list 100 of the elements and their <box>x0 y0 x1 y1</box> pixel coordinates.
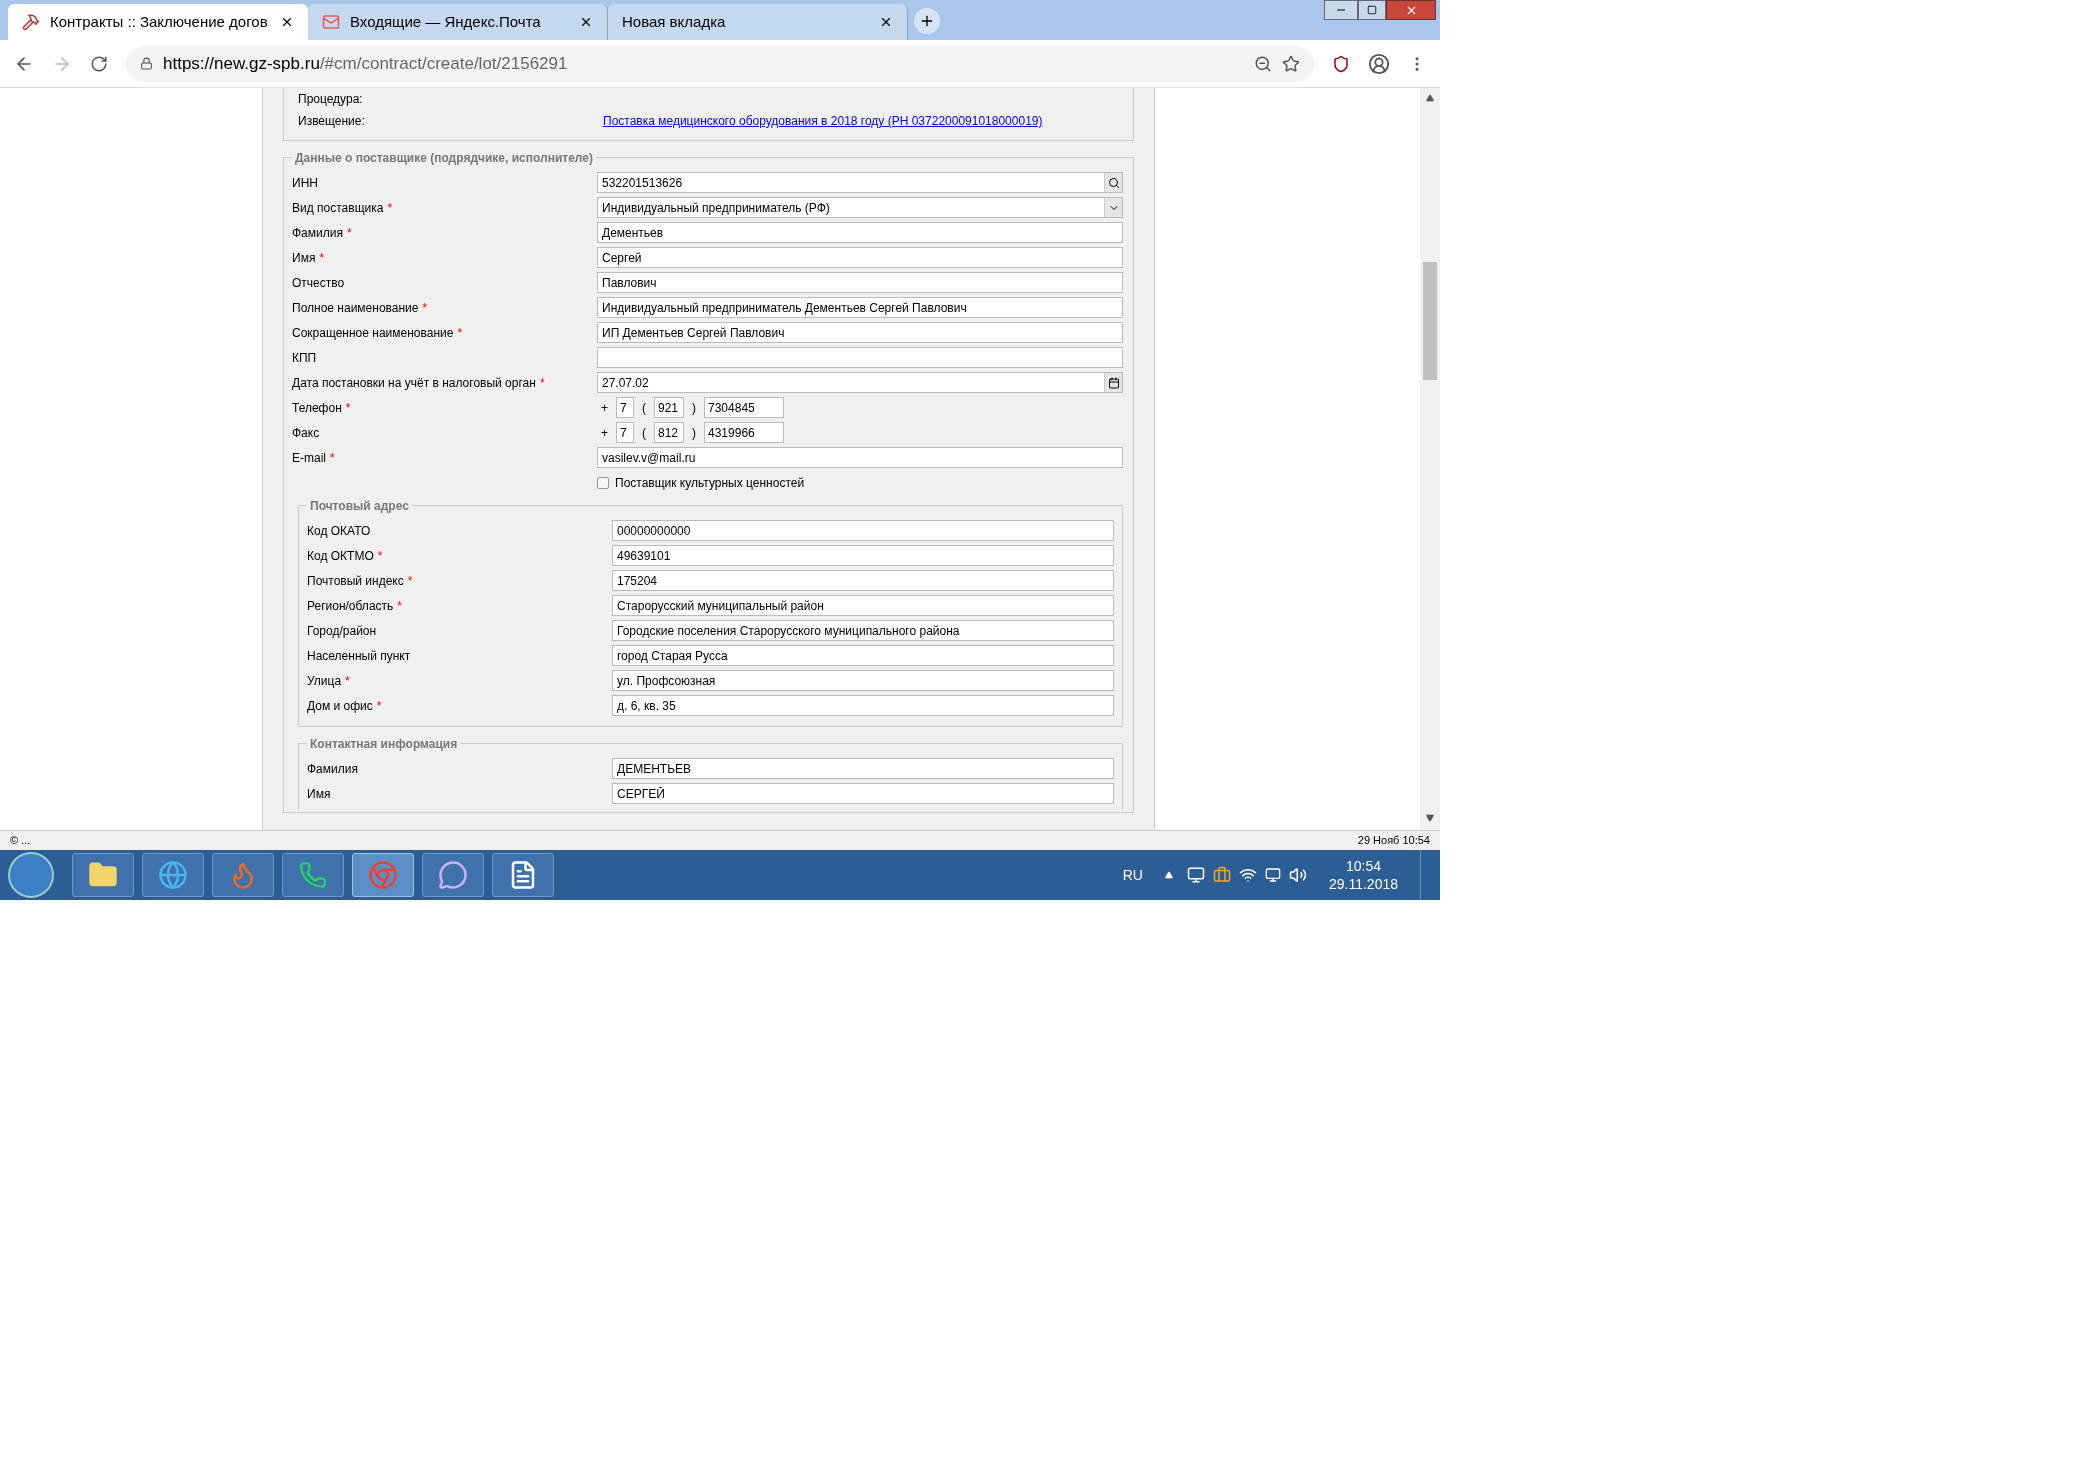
field-label: Отчество <box>292 274 345 292</box>
text-field[interactable]: ул. Профсоюзная <box>612 670 1114 691</box>
field-label: Фамилия <box>307 760 358 778</box>
required-mark: * <box>397 597 402 615</box>
star-icon[interactable] <box>1282 54 1300 73</box>
phone-number-field[interactable]: 4319966 <box>704 422 784 443</box>
whatsapp-button[interactable] <box>282 853 344 897</box>
text-field[interactable] <box>597 347 1123 368</box>
plus-icon <box>919 13 935 29</box>
field-label: Факс <box>292 424 320 442</box>
new-tab-button[interactable] <box>914 8 940 34</box>
status-text: © ... <box>10 833 31 849</box>
reload-icon[interactable] <box>90 54 108 73</box>
parenthesis: ) <box>692 424 696 442</box>
required-mark: * <box>346 224 352 242</box>
tab-title: Контракты :: Заключение догов <box>50 11 269 32</box>
scroll-up-icon[interactable] <box>1426 94 1434 102</box>
notice-link[interactable]: Поставка медицинского оборудования в 2018 году (РН 0372200091018000019) <box>603 112 1043 130</box>
status-date: 29 Нояб 10:54 <box>1357 833 1430 849</box>
browser-tab[interactable]: Новая вкладка <box>608 4 908 40</box>
text-field[interactable]: Сергей <box>597 247 1123 268</box>
fieldset-legend: Почтовый адрес <box>307 497 412 515</box>
field-label: Город/район <box>307 622 377 640</box>
text-field[interactable]: 00000000000 <box>612 520 1114 541</box>
maximize-button[interactable] <box>1358 0 1386 20</box>
field-label: Сокращенное наименование <box>292 324 454 342</box>
network-monitor-icon[interactable] <box>1264 867 1281 883</box>
text-field[interactable]: Индивидуальный предприниматель Дементьев Сергей Павлович <box>597 297 1123 318</box>
country-code-field[interactable]: 7 <box>616 422 634 443</box>
field-label: Имя <box>292 249 316 267</box>
field-label: Дата постановки на учёт в налоговый орган <box>292 374 536 392</box>
network-icon[interactable] <box>1238 866 1257 884</box>
field-label: Код ОКАТО <box>307 522 371 540</box>
text-field[interactable]: СЕРГЕЙ <box>612 783 1114 804</box>
account-icon[interactable] <box>1368 52 1390 75</box>
address-bar[interactable]: https://new.gz-spb.ru/#cm/contract/create/lot/2156291 <box>126 45 1314 82</box>
close-icon[interactable] <box>879 15 893 29</box>
field-label: ИНН <box>292 174 318 192</box>
field-label: Регион/область <box>307 597 394 615</box>
clock[interactable]: 10:54 29.11.2018 <box>1328 857 1398 893</box>
globe-icon <box>158 860 188 890</box>
text-field[interactable]: д. 6, кв. 35 <box>612 695 1114 716</box>
area-code-field[interactable]: 921 <box>654 397 684 418</box>
minimize-button[interactable] <box>1324 0 1358 20</box>
chat-icon <box>438 860 468 890</box>
text-field[interactable]: ДЕМЕНТЬЕВ <box>612 758 1114 779</box>
checkbox[interactable] <box>597 476 609 489</box>
calendar-icon <box>1107 376 1120 389</box>
country-code-field[interactable]: 7 <box>616 397 634 418</box>
field-label: Полное наименование <box>292 299 419 317</box>
required-mark: * <box>407 572 413 590</box>
text-field[interactable]: vasilev.v@mail.ru <box>597 447 1123 468</box>
file-explorer-button[interactable] <box>72 853 134 897</box>
text-field[interactable]: Дементьев <box>597 222 1123 243</box>
required-mark: * <box>377 547 383 565</box>
dropdown[interactable]: Индивидуальный предприниматель (РФ) <box>597 197 1123 218</box>
parenthesis: ( <box>642 399 646 417</box>
viber-button[interactable] <box>422 853 484 897</box>
briefcase-icon[interactable] <box>1212 866 1231 884</box>
required-mark: * <box>539 374 545 392</box>
phone-icon <box>299 861 327 889</box>
text-field[interactable]: Городские поселения Старорусского муниципального района <box>612 620 1114 641</box>
volume-icon[interactable] <box>1288 866 1307 884</box>
text-field[interactable]: Павлович <box>597 272 1123 293</box>
fieldset-legend: Контактная информация <box>307 735 461 753</box>
close-icon[interactable] <box>280 15 294 29</box>
field-label: Код ОКТМО <box>307 547 374 565</box>
text-field[interactable]: ИП Дементьев Сергей Павлович <box>597 322 1123 343</box>
zoom-out-icon[interactable] <box>1254 54 1272 73</box>
start-button[interactable] <box>8 852 54 898</box>
show-hidden-icons-icon[interactable] <box>1164 871 1173 879</box>
area-code-field[interactable]: 812 <box>654 422 684 443</box>
text-field[interactable]: 49639101 <box>612 545 1114 566</box>
date-field[interactable]: 27.07.02 <box>597 372 1123 393</box>
field-label: Фамилия <box>292 224 343 242</box>
scroll-down-icon[interactable] <box>1426 814 1434 822</box>
envelope-icon <box>322 13 340 31</box>
close-button[interactable] <box>1386 0 1436 20</box>
search-icon <box>1107 176 1120 189</box>
phone-number-field[interactable]: 7304845 <box>704 397 784 418</box>
monitor-icon[interactable] <box>1186 866 1205 884</box>
scroll-thumb[interactable] <box>1423 262 1437 380</box>
field-label: Телефон <box>292 399 342 417</box>
text-field[interactable]: Старорусский муниципальный район <box>612 595 1114 616</box>
hammer-icon <box>22 13 40 31</box>
text-field[interactable]: 175204 <box>612 570 1114 591</box>
browser-tab[interactable]: Контракты :: Заключение догов <box>8 4 308 40</box>
plus-sign: + <box>601 424 608 442</box>
word-button[interactable] <box>492 853 554 897</box>
close-icon[interactable] <box>579 15 593 29</box>
shield-icon[interactable] <box>1332 54 1350 73</box>
text-field[interactable]: город Старая Русса <box>612 645 1114 666</box>
tab-title: Новая вкладка <box>622 11 727 32</box>
required-mark: * <box>345 399 351 417</box>
browser-tab[interactable]: Входящие — Яндекс.Почта <box>308 4 608 40</box>
field-label: Дом и офис <box>307 697 373 715</box>
field-label: Вид поставщика <box>292 199 384 217</box>
language-indicator[interactable]: RU <box>1122 864 1143 886</box>
checkbox-label: Поставщик культурных ценностей <box>615 474 805 492</box>
search-field[interactable]: 532201513626 <box>597 172 1123 193</box>
